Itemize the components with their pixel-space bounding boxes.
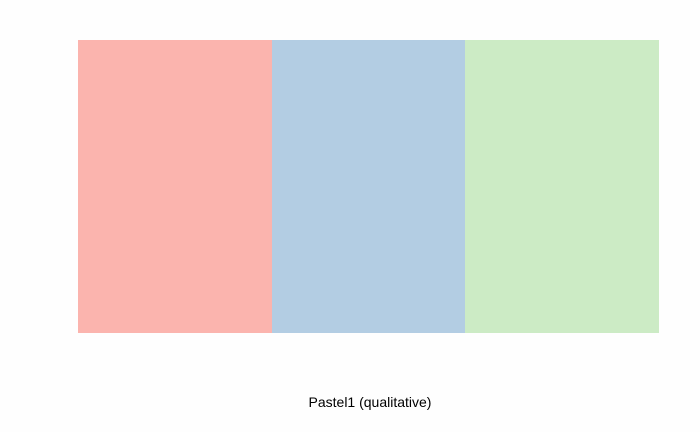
color-swatch-3 [465, 40, 660, 333]
x-axis-label: Pastel1 (qualitative) [308, 394, 432, 410]
color-swatch-2 [271, 40, 466, 333]
color-swatch-1 [78, 40, 273, 333]
palette-chart: Pastel1 (qualitative) [0, 0, 700, 432]
